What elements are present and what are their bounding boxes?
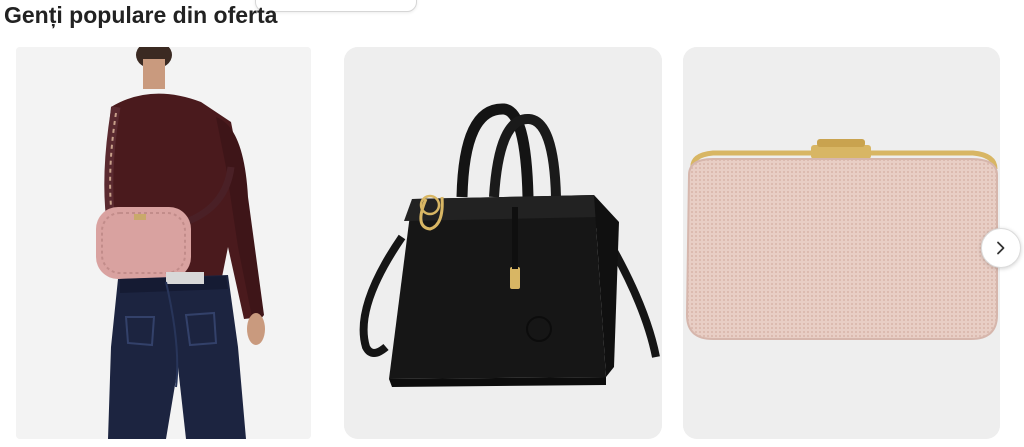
product-image-black-tote (344, 47, 662, 439)
product-card-pink-clutch[interactable] (683, 47, 1000, 439)
product-card-crossbody-bag[interactable] (16, 47, 311, 439)
carousel-next-button[interactable] (981, 228, 1021, 268)
product-image-crossbody-bag (16, 47, 311, 439)
product-card-black-tote[interactable] (344, 47, 662, 439)
chevron-right-icon (997, 241, 1005, 255)
section-title: Genți populare din oferta (4, 2, 278, 28)
search-dropdown-edge (255, 0, 417, 12)
product-image-pink-clutch (683, 47, 1000, 439)
product-carousel (0, 47, 1024, 447)
